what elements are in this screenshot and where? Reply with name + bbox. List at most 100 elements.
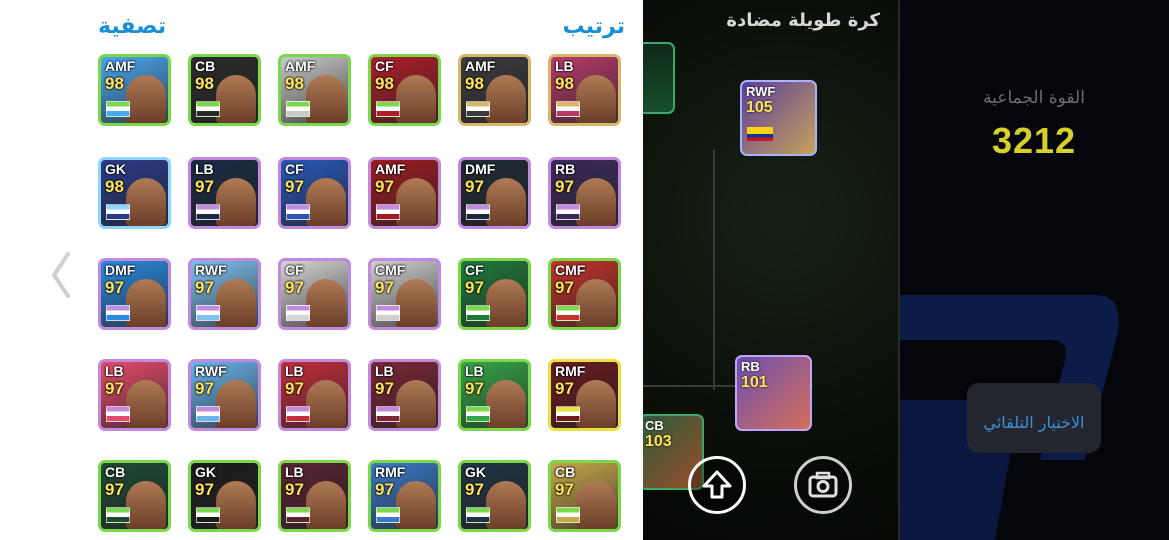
player-portrait [306, 380, 346, 428]
arrow-up-icon [702, 470, 732, 499]
card-position: CMF [555, 262, 586, 278]
card-rating: 98 [375, 74, 394, 93]
flag-icon [466, 101, 490, 117]
player-card[interactable]: CMF 97 [368, 258, 441, 330]
card-rating: 97 [555, 379, 574, 398]
player-card[interactable]: LB 97 [188, 157, 261, 229]
card-position: CB [195, 58, 216, 74]
player-card[interactable]: CF 97 [278, 258, 351, 330]
player-portrait [126, 481, 166, 529]
flag-icon [196, 101, 220, 117]
flag-icon [106, 305, 130, 321]
player-portrait [306, 75, 346, 123]
field-player-card-rb[interactable]: RB 101 [735, 355, 812, 431]
card-position: CF [465, 262, 484, 278]
card-rating: 98 [465, 74, 484, 93]
card-rating: 97 [555, 278, 574, 297]
player-portrait [486, 279, 526, 327]
player-card[interactable]: CB 97 [98, 460, 171, 532]
card-position: CF [285, 161, 304, 177]
player-card[interactable]: AMF 98 [458, 54, 531, 126]
player-portrait [126, 279, 166, 327]
player-card[interactable]: CMF 97 [548, 258, 621, 330]
player-card[interactable]: LB 98 [548, 54, 621, 126]
auto-select-button[interactable]: الاختيار التلقائي [967, 383, 1101, 453]
player-card[interactable]: AMF 98 [278, 54, 351, 126]
player-card[interactable]: GK 97 [458, 460, 531, 532]
flag-icon [556, 507, 580, 523]
player-card[interactable]: GK 98 [98, 157, 171, 229]
card-position: CMF [375, 262, 406, 278]
player-card[interactable]: RWF 97 [188, 359, 261, 431]
upload-button[interactable] [688, 456, 746, 514]
card-position: GK [195, 464, 216, 480]
field-card-partial-top[interactable] [643, 42, 675, 114]
card-position: LB [285, 363, 304, 379]
player-card[interactable]: DMF 97 [458, 157, 531, 229]
card-position: CF [375, 58, 394, 74]
flag-icon [747, 127, 773, 141]
field-player-card-rwf[interactable]: RWF 105 [740, 80, 817, 156]
player-card[interactable]: LB 97 [368, 359, 441, 431]
card-position: RB [555, 161, 576, 177]
player-card[interactable]: CB 98 [188, 54, 261, 126]
player-card[interactable]: LB 97 [458, 359, 531, 431]
player-card[interactable]: RMF 97 [548, 359, 621, 431]
card-position: LB [195, 161, 214, 177]
player-card[interactable]: AMF 97 [368, 157, 441, 229]
player-card[interactable]: CF 98 [368, 54, 441, 126]
player-card[interactable]: RB 97 [548, 157, 621, 229]
field-line [713, 150, 715, 390]
card-rating: 97 [555, 480, 574, 499]
card-position: AMF [375, 161, 406, 177]
player-portrait [486, 380, 526, 428]
flag-icon [286, 406, 310, 422]
player-portrait [396, 380, 436, 428]
card-rating: 97 [465, 177, 484, 196]
player-portrait [486, 481, 526, 529]
card-rating: 97 [105, 379, 124, 398]
flag-icon [556, 204, 580, 220]
player-card[interactable]: LB 97 [278, 359, 351, 431]
card-rating: 97 [375, 480, 394, 499]
player-portrait [576, 178, 616, 226]
player-card[interactable]: RMF 97 [368, 460, 441, 532]
filter-button[interactable]: تصفية [98, 14, 166, 39]
flag-icon [106, 507, 130, 523]
player-card[interactable]: AMF 98 [98, 54, 171, 126]
player-card[interactable]: LB 97 [98, 359, 171, 431]
card-position: CB [105, 464, 126, 480]
player-card[interactable]: DMF 97 [98, 258, 171, 330]
player-card[interactable]: CF 97 [458, 258, 531, 330]
card-position: CF [285, 262, 304, 278]
background-logo-graphic [900, 295, 1119, 540]
player-card[interactable]: CF 97 [278, 157, 351, 229]
card-rating: 98 [285, 74, 304, 93]
team-info-panel [900, 0, 1169, 540]
flag-icon [466, 507, 490, 523]
player-portrait [576, 481, 616, 529]
flag-icon [196, 406, 220, 422]
flag-icon [106, 204, 130, 220]
flag-icon [466, 305, 490, 321]
player-card[interactable]: RWF 97 [188, 258, 261, 330]
camera-icon [808, 471, 838, 498]
card-position: RMF [555, 363, 586, 379]
card-rating: 103 [645, 433, 672, 450]
card-position: RWF [746, 84, 776, 99]
screenshot-button[interactable] [794, 456, 852, 514]
player-card[interactable]: LB 97 [278, 460, 351, 532]
sort-button[interactable]: ترتيب [563, 14, 625, 39]
card-rating: 97 [375, 278, 394, 297]
player-card[interactable]: GK 97 [188, 460, 261, 532]
card-rating: 97 [195, 278, 214, 297]
formation-field: RWF 105 RB 101 CB 103 [643, 0, 900, 540]
player-portrait [216, 380, 256, 428]
card-position: LB [105, 363, 124, 379]
chevron-left-icon[interactable] [48, 250, 72, 300]
card-rating: 97 [465, 480, 484, 499]
card-rating: 97 [285, 379, 304, 398]
flag-icon [556, 406, 580, 422]
flag-icon [556, 305, 580, 321]
player-card[interactable]: CB 97 [548, 460, 621, 532]
